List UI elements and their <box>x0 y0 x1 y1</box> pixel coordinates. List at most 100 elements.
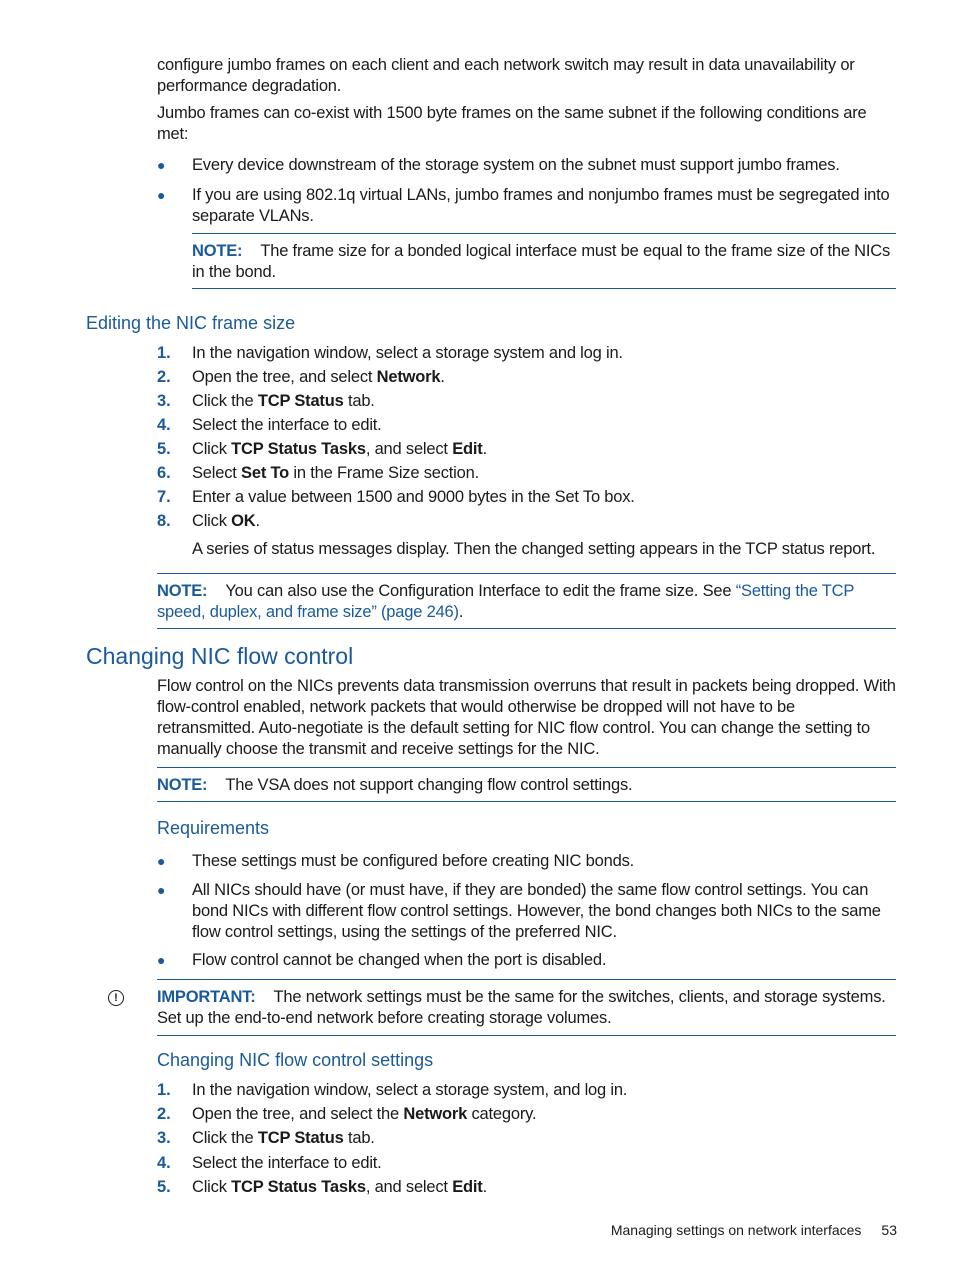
step-text-part: . <box>482 440 488 458</box>
step-text: Open the tree, and select Network. <box>192 367 897 388</box>
step-number: 2. <box>157 1105 171 1124</box>
step-number: 4. <box>157 416 171 434</box>
step-text-part: Click the <box>192 392 258 410</box>
step-text-part: In the navigation window, select a stora… <box>192 1081 628 1099</box>
note-rule-bottom <box>192 288 896 289</box>
step-text: Click OK. <box>192 511 897 532</box>
bullet-icon: ● <box>157 952 166 968</box>
step-text-part: . <box>255 512 261 530</box>
step-text: Select the interface to edit. <box>192 415 897 436</box>
step-text-part: In the navigation window, select a stora… <box>192 344 623 362</box>
footer-section-title: Managing settings on network interfaces <box>610 1222 862 1238</box>
bullet-icon: ● <box>157 157 166 173</box>
step-text-part: Click the <box>192 1129 258 1148</box>
step-text-part: tab. <box>343 392 375 410</box>
intro-bullet: If you are using 802.1q virtual LANs, ju… <box>192 186 890 225</box>
step-text-part: Click <box>192 512 232 530</box>
step-text-part: . <box>440 368 445 386</box>
step-text: Select Set To in the Frame Size section. <box>192 463 897 484</box>
note-rule-top <box>157 573 896 574</box>
step-text: In the navigation window, select a stora… <box>192 1080 897 1101</box>
important-notice: IMPORTANT: The network settings must be t… <box>157 987 897 1029</box>
note-rule-top <box>157 767 896 768</box>
step-text-part: , and select <box>365 440 453 458</box>
intro-paragraph-1: configure jumbo frames on each client an… <box>157 56 855 95</box>
note-after: . <box>458 603 464 621</box>
note-label: NOTE: <box>192 242 243 260</box>
flow-control-paragraph: Flow control on the NICs prevents data t… <box>157 677 896 758</box>
important-rule-top <box>157 979 896 980</box>
step-ui-term: Network <box>403 1105 468 1124</box>
step-text: Click the TCP Status tab. <box>192 391 897 412</box>
step-number: 3. <box>157 392 171 410</box>
bullet-icon: ● <box>157 187 166 203</box>
note-text: The frame size for a bonded logical inte… <box>192 242 891 281</box>
step-ui-term: Set To <box>241 464 290 482</box>
bullet-icon: ● <box>157 853 166 869</box>
requirement-bullet: Flow control cannot be changed when the … <box>192 951 607 969</box>
note-rule-bottom <box>157 801 896 802</box>
page-number: 53 <box>881 1222 897 1238</box>
requirement-bullet: These settings must be configured before… <box>192 852 634 870</box>
note-label: NOTE: <box>157 582 208 600</box>
note-vsa: NOTE: The VSA does not support changing f… <box>157 775 897 796</box>
step-text-part: , and select <box>365 1177 453 1196</box>
important-rule-bottom <box>157 1035 896 1036</box>
step-text-part: Select the interface to edit. <box>192 1153 382 1172</box>
step-text-part: Open the tree, and select <box>192 368 377 386</box>
step-number: 7. <box>157 488 171 506</box>
step-ui-term: TCP Status Tasks <box>231 1177 366 1196</box>
subheading-requirements: Requirements <box>157 818 270 838</box>
step-text: Click the TCP Status tab. <box>192 1128 897 1149</box>
step-text: In the navigation window, select a stora… <box>192 343 897 364</box>
step-text: Enter a value between 1500 and 9000 byte… <box>192 487 897 508</box>
step-ui-term: Network <box>376 368 441 386</box>
step-number: 3. <box>157 1129 171 1148</box>
step-number: 8. <box>157 512 171 530</box>
step-text-part: in the Frame Size section. <box>289 464 479 482</box>
step-text: Click TCP Status Tasks, and select Edit. <box>192 439 897 460</box>
step-text-part: Enter a value between 1500 and 9000 byte… <box>192 488 635 506</box>
subheading-flow-control-settings: Changing NIC flow control settings <box>157 1050 434 1070</box>
intro-paragraph-2: Jumbo frames can co-exist with 1500 byte… <box>157 104 867 143</box>
requirement-bullet: All NICs should have (or must have, if t… <box>192 881 881 941</box>
important-text: The network settings must be the same fo… <box>157 988 886 1027</box>
bullet-icon: ● <box>157 882 166 898</box>
step-text-part: category. <box>467 1105 537 1124</box>
step-text-part: Click <box>192 440 232 458</box>
step-number: 6. <box>157 464 171 482</box>
step-text-part: tab. <box>343 1129 375 1148</box>
step-number: 5. <box>157 440 171 458</box>
step-text-part: . <box>482 1177 488 1196</box>
step-text: Select the interface to edit. <box>192 1153 897 1174</box>
intro-bullet: Every device downstream of the storage s… <box>192 156 840 174</box>
step-text-part: Open the tree, and select the <box>192 1105 404 1124</box>
step-number: 2. <box>157 368 171 386</box>
note-rule-bottom <box>157 628 896 629</box>
step-ui-term: TCP Status <box>257 392 344 410</box>
step-text: Click TCP Status Tasks, and select Edit. <box>192 1177 897 1198</box>
step-ui-term: OK <box>231 512 256 530</box>
note-text: The VSA does not support changing flow c… <box>225 776 633 794</box>
step-text-part: Select <box>192 464 242 482</box>
important-icon: ! <box>108 990 124 1006</box>
important-label: IMPORTANT: <box>157 988 256 1006</box>
step-text-part: Click <box>192 1177 232 1196</box>
step-ui-term: Edit <box>452 440 483 458</box>
step-number: 1. <box>157 1081 171 1099</box>
section-heading-editing: Editing the NIC frame size <box>86 313 296 333</box>
page-footer: Managing settings on network interfaces 5… <box>591 1222 897 1238</box>
step-number: 5. <box>157 1177 171 1196</box>
step-number: 1. <box>157 344 171 362</box>
step-text-part: Select the interface to edit. <box>192 416 382 434</box>
note-text: You can also use the Configuration Inter… <box>225 582 736 600</box>
step-ui-term: TCP Status Tasks <box>231 440 366 458</box>
step-number: 4. <box>157 1153 171 1172</box>
note-label: NOTE: <box>157 776 208 794</box>
note-config-interface: NOTE: You can also use the Configuration … <box>157 581 897 623</box>
step-ui-term: TCP Status <box>257 1129 344 1148</box>
editing-result: A series of status messages display. The… <box>192 540 876 558</box>
section-heading-flow-control: Changing NIC flow control <box>86 643 354 669</box>
note-jumbo: NOTE: The frame size for a bonded logical… <box>192 241 897 283</box>
step-ui-term: Edit <box>452 1177 483 1196</box>
